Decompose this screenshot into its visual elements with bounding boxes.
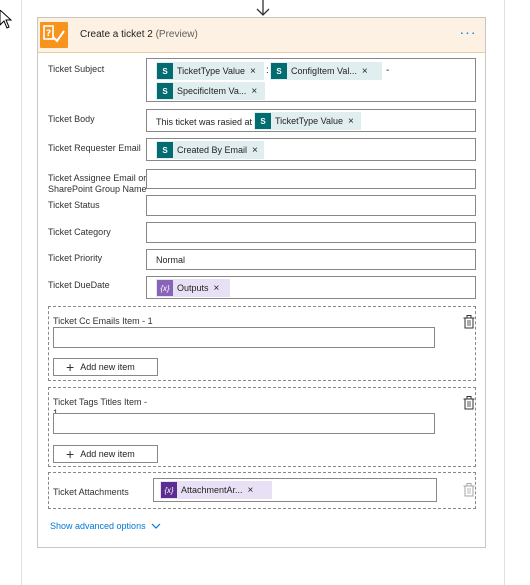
tags-titles-item-input[interactable]	[53, 413, 435, 434]
token-outputs[interactable]: {x} Outputs ×	[156, 279, 230, 297]
remove-token-icon[interactable]: ×	[348, 116, 354, 127]
remove-token-icon[interactable]: ×	[248, 485, 254, 496]
add-new-item-label: Add new item	[80, 362, 135, 372]
token-label: AttachmentAr...	[181, 485, 243, 495]
sharepoint-icon: S	[157, 83, 173, 99]
ticket-assignee-label: Ticket Assignee Email or SharePoint Grou…	[48, 173, 147, 195]
more-options-button[interactable]: ···	[454, 25, 482, 45]
card-title-text: Create a ticket 2	[80, 29, 153, 40]
token-specificitem-value[interactable]: S SpecificItem Va... ×	[156, 82, 265, 100]
ticket-status-field[interactable]	[146, 195, 476, 216]
ticket-duedate-label: Ticket DueDate	[48, 280, 110, 290]
token-label: Created By Email	[177, 145, 248, 155]
cc-add-new-item-button[interactable]: + Add new item	[53, 358, 158, 376]
token-label: TicketType Value	[177, 66, 246, 76]
ticket-requester-email-field[interactable]: S Created By Email ×	[146, 138, 476, 161]
ticket-duedate-field[interactable]: {x} Outputs ×	[146, 276, 476, 299]
add-new-item-label: Add new item	[80, 449, 135, 459]
ticket-attachments-field[interactable]: {x} AttachmentAr... ×	[153, 478, 437, 502]
ticket-subject-field[interactable]: S TicketType Value × : S ConfigItem Val.…	[146, 58, 476, 102]
ticket-category-label: Ticket Category	[48, 227, 111, 237]
ticket-assignee-field[interactable]	[146, 169, 476, 189]
token-label: SpecificItem Va...	[177, 86, 247, 96]
ticket-subject-label: Ticket Subject	[48, 64, 105, 74]
remove-token-icon[interactable]: ×	[214, 283, 220, 294]
expression-icon: {x}	[157, 280, 173, 296]
sharepoint-icon: S	[271, 63, 287, 79]
cc-emails-item-label: Ticket Cc Emails Item - 1	[53, 316, 153, 326]
card-preview-tag: (Preview)	[155, 29, 198, 40]
remove-token-icon[interactable]: ×	[252, 145, 258, 156]
remove-token-icon[interactable]: ×	[362, 66, 368, 77]
ticket-body-label: Ticket Body	[48, 114, 95, 124]
token-tickettype-value[interactable]: S TicketType Value ×	[156, 62, 264, 80]
trash-icon[interactable]	[463, 396, 475, 410]
tags-titles-array: Ticket Tags Titles Item - 1 + Add new it…	[48, 387, 476, 467]
canvas-line-right	[504, 0, 505, 585]
token-configitem-value[interactable]: S ConfigItem Val... ×	[270, 62, 382, 80]
ticket-attachments-label: Ticket Attachments	[53, 487, 129, 497]
show-advanced-options-link[interactable]: Show advanced options	[50, 521, 161, 531]
token-created-by-email[interactable]: S Created By Email ×	[156, 141, 264, 159]
action-card: ? Create a ticket 2 (Preview) ··· Ticket…	[37, 17, 486, 548]
subject-separator-colon: :	[266, 65, 269, 76]
ticket-assignee-label-line1: Ticket Assignee Email or	[48, 173, 147, 183]
expression-icon: {x}	[161, 482, 177, 498]
plus-icon: +	[66, 446, 75, 462]
card-header[interactable]: ? Create a ticket 2 (Preview) ···	[38, 18, 485, 53]
token-attachment-array[interactable]: {x} AttachmentAr... ×	[160, 481, 272, 499]
chevron-down-icon	[151, 523, 161, 529]
remove-token-icon[interactable]: ×	[250, 66, 256, 77]
ticket-check-icon: ?	[43, 25, 65, 43]
cc-emails-array: Ticket Cc Emails Item - 1 + Add new item	[48, 306, 476, 381]
ticket-requester-email-label: Ticket Requester Email	[48, 143, 141, 153]
tags-titles-item-label-line1: Ticket Tags Titles Item -	[53, 397, 148, 407]
trash-icon[interactable]	[463, 483, 475, 497]
remove-token-icon[interactable]: ×	[251, 86, 257, 97]
sharepoint-icon: S	[157, 63, 173, 79]
sharepoint-icon: S	[255, 113, 271, 129]
attachments-array: Ticket Attachments {x} AttachmentAr... ×	[48, 472, 476, 509]
tags-add-new-item-button[interactable]: + Add new item	[53, 445, 158, 463]
token-label: ConfigItem Val...	[291, 66, 357, 76]
priority-value: Normal	[156, 255, 186, 265]
token-label: TicketType Value	[275, 116, 344, 126]
connector-arrow-icon	[256, 0, 270, 16]
sharepoint-icon: S	[157, 142, 173, 158]
svg-text:?: ?	[46, 29, 51, 39]
trash-icon[interactable]	[463, 315, 475, 329]
card-title: Create a ticket 2 (Preview)	[80, 29, 198, 40]
plus-icon: +	[66, 359, 75, 375]
app-icon: ?	[40, 22, 68, 48]
ticket-status-label: Ticket Status	[48, 200, 100, 210]
ticket-category-field[interactable]	[146, 222, 476, 243]
token-label: Outputs	[177, 283, 209, 293]
canvas-line-left	[21, 0, 22, 585]
show-advanced-options-label: Show advanced options	[50, 521, 146, 531]
ticket-body-field[interactable]: This ticket was rasied at S TicketType V…	[146, 109, 476, 132]
token-tickettype-value-body[interactable]: S TicketType Value ×	[254, 112, 361, 130]
mouse-cursor-icon	[0, 10, 12, 29]
body-prefix-text: This ticket was rasied at	[156, 117, 253, 127]
ticket-priority-field[interactable]: Normal	[146, 249, 476, 270]
subject-separator-dash: -	[386, 65, 390, 76]
ticket-priority-label: Ticket Priority	[48, 253, 103, 263]
ticket-assignee-label-line2: SharePoint Group Name	[48, 184, 147, 194]
cc-emails-item-input[interactable]	[53, 327, 435, 348]
